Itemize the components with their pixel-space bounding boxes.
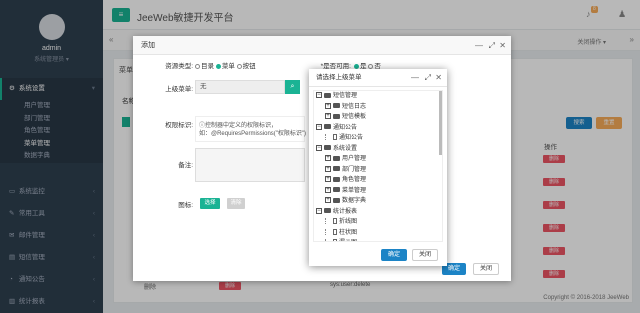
tree-node-label: 用户管理 <box>342 156 367 162</box>
tree-node-label: 折线图 <box>339 219 358 225</box>
close-icon[interactable]: ✕ <box>435 69 442 87</box>
collapse-icon[interactable]: − <box>316 207 322 214</box>
expand-icon[interactable]: + <box>325 113 331 120</box>
tree-node[interactable]: − 通知公告 <box>314 123 442 134</box>
folder-icon <box>324 124 331 130</box>
folder-icon <box>333 166 340 172</box>
tree-node-label: 通知公告 <box>339 135 364 141</box>
tree-node[interactable]: + 用户管理 <box>314 154 442 165</box>
tree-node-label: 通知公告 <box>333 124 358 131</box>
folder-icon <box>333 187 340 193</box>
tree-node[interactable]: + 数据字典 <box>314 196 442 207</box>
tree-node[interactable]: − 短信管理 <box>314 91 442 102</box>
radio-label: 目录 <box>201 63 214 70</box>
folder-icon <box>324 145 331 151</box>
scrollbar[interactable] <box>439 91 442 155</box>
tree-connector-icon[interactable] <box>325 239 331 241</box>
close-button[interactable]: 关闭 <box>473 263 499 275</box>
permission-hint-line1: ⓘ控制器中定义的权限标识， <box>199 122 277 130</box>
collapse-icon[interactable]: − <box>316 123 322 130</box>
collapse-icon[interactable]: − <box>316 144 322 151</box>
clear-icon-button[interactable]: 清除 <box>227 198 245 209</box>
parent-menu-label: 上级菜单: <box>165 86 193 93</box>
file-icon <box>333 239 337 241</box>
tree-node[interactable]: + 短信日志 <box>314 102 442 113</box>
radio-directory[interactable] <box>195 63 200 69</box>
tree-node[interactable]: − 统计报表 <box>314 207 442 218</box>
radio-label: 菜单 <box>221 63 235 70</box>
expand-icon[interactable]: + <box>325 155 331 162</box>
tree-node-label: 柱状图 <box>339 229 358 236</box>
parent-menu-input[interactable]: 无 <box>195 80 285 94</box>
dialog-header: 添加 — ⤢ ✕ <box>133 36 511 55</box>
tree-node-label: 短信管理 <box>333 93 358 99</box>
tree-node-label: 短信日志 <box>342 103 367 110</box>
tree-node[interactable]: + 短信模板 <box>314 112 442 123</box>
tree-node[interactable]: + 部门管理 <box>314 165 442 176</box>
parent-search-button[interactable]: ⌕ <box>285 80 300 94</box>
dialog-header: 请选择上级菜单 — ⤢ ✕ <box>309 69 447 87</box>
file-icon <box>333 228 337 235</box>
folder-icon <box>333 155 340 161</box>
folder-icon <box>333 103 340 109</box>
expand-icon[interactable]: + <box>325 102 331 109</box>
tree-node-label: 部门管理 <box>342 166 367 173</box>
maximize-icon[interactable]: ⤢ <box>425 69 431 87</box>
close-icon[interactable]: ✕ <box>499 36 506 55</box>
folder-icon <box>333 197 340 203</box>
tree-node-label: 漏斗图 <box>339 240 357 241</box>
tree-node[interactable]: 折线图 <box>314 217 442 228</box>
remark-textarea[interactable] <box>195 148 305 182</box>
tree-node[interactable]: 通知公告 <box>314 133 442 144</box>
tree-node-label: 角色管理 <box>342 177 367 183</box>
expand-icon[interactable]: + <box>325 197 331 204</box>
tree-connector-icon[interactable] <box>325 228 331 235</box>
minimize-icon[interactable]: — <box>475 36 483 55</box>
tree-node[interactable]: 柱状图 <box>314 228 442 239</box>
tree-connector-icon[interactable] <box>325 218 331 225</box>
file-icon <box>333 218 337 225</box>
folder-icon <box>324 208 331 214</box>
cancel-button[interactable]: 关闭 <box>412 249 438 261</box>
tree-node[interactable]: − 系统设置 <box>314 144 442 155</box>
dialog-title: 添加 <box>141 42 155 49</box>
tree-node-label: 短信模板 <box>342 114 367 120</box>
radio-button[interactable] <box>236 63 242 69</box>
select-icon-button[interactable]: 选择 <box>200 198 220 209</box>
resource-type-radio-group[interactable]: 目录 菜单 按钮 <box>195 60 256 70</box>
icon-label: 图标: <box>178 202 193 209</box>
resource-type-label: 资源类型: <box>165 63 193 70</box>
radio-label: 按钮 <box>242 63 256 70</box>
tree-node-label: 系统设置 <box>333 145 358 152</box>
confirm-button[interactable]: 确定 <box>381 249 407 261</box>
hint-text: 控制器中定义的权限标识， <box>205 123 278 129</box>
permission-label: 权限标识: <box>165 122 193 129</box>
tree-node[interactable]: + 菜单管理 <box>314 186 442 197</box>
tree-node-label: 数据字典 <box>342 198 367 204</box>
permission-hint-line2: 如：@RequiresPermissions("权限标识") <box>199 131 307 137</box>
tree-node-label: 菜单管理 <box>342 187 367 194</box>
expand-icon[interactable]: + <box>325 165 331 172</box>
dialog-title: 请选择上级菜单 <box>316 74 362 81</box>
parent-menu-select-dialog: 请选择上级菜单 — ⤢ ✕ − 短信管理 + 短信日志 + 短信模板 − 通知公告 通知公告 − 系… <box>309 69 447 266</box>
expand-icon[interactable]: + <box>325 176 331 183</box>
folder-icon <box>333 176 340 182</box>
remark-label: 备注: <box>178 162 193 169</box>
menu-tree[interactable]: − 短信管理 + 短信日志 + 短信模板 − 通知公告 通知公告 − 系统设置 + 用户管理 + 部门管理 +… <box>313 90 443 242</box>
tree-node-label: 统计报表 <box>333 208 358 215</box>
folder-icon <box>333 113 340 119</box>
collapse-icon[interactable]: − <box>316 92 322 99</box>
folder-icon <box>324 92 331 98</box>
radio-menu[interactable] <box>215 63 221 69</box>
minimize-icon[interactable]: — <box>411 69 419 87</box>
maximize-icon[interactable]: ⤢ <box>489 36 495 55</box>
search-icon: ⌕ <box>290 83 295 90</box>
tree-node[interactable]: + 角色管理 <box>314 175 442 186</box>
expand-icon[interactable]: + <box>325 186 331 193</box>
file-icon <box>333 134 337 141</box>
tree-connector-icon[interactable] <box>325 134 331 141</box>
tree-node[interactable]: 漏斗图 <box>314 238 442 241</box>
